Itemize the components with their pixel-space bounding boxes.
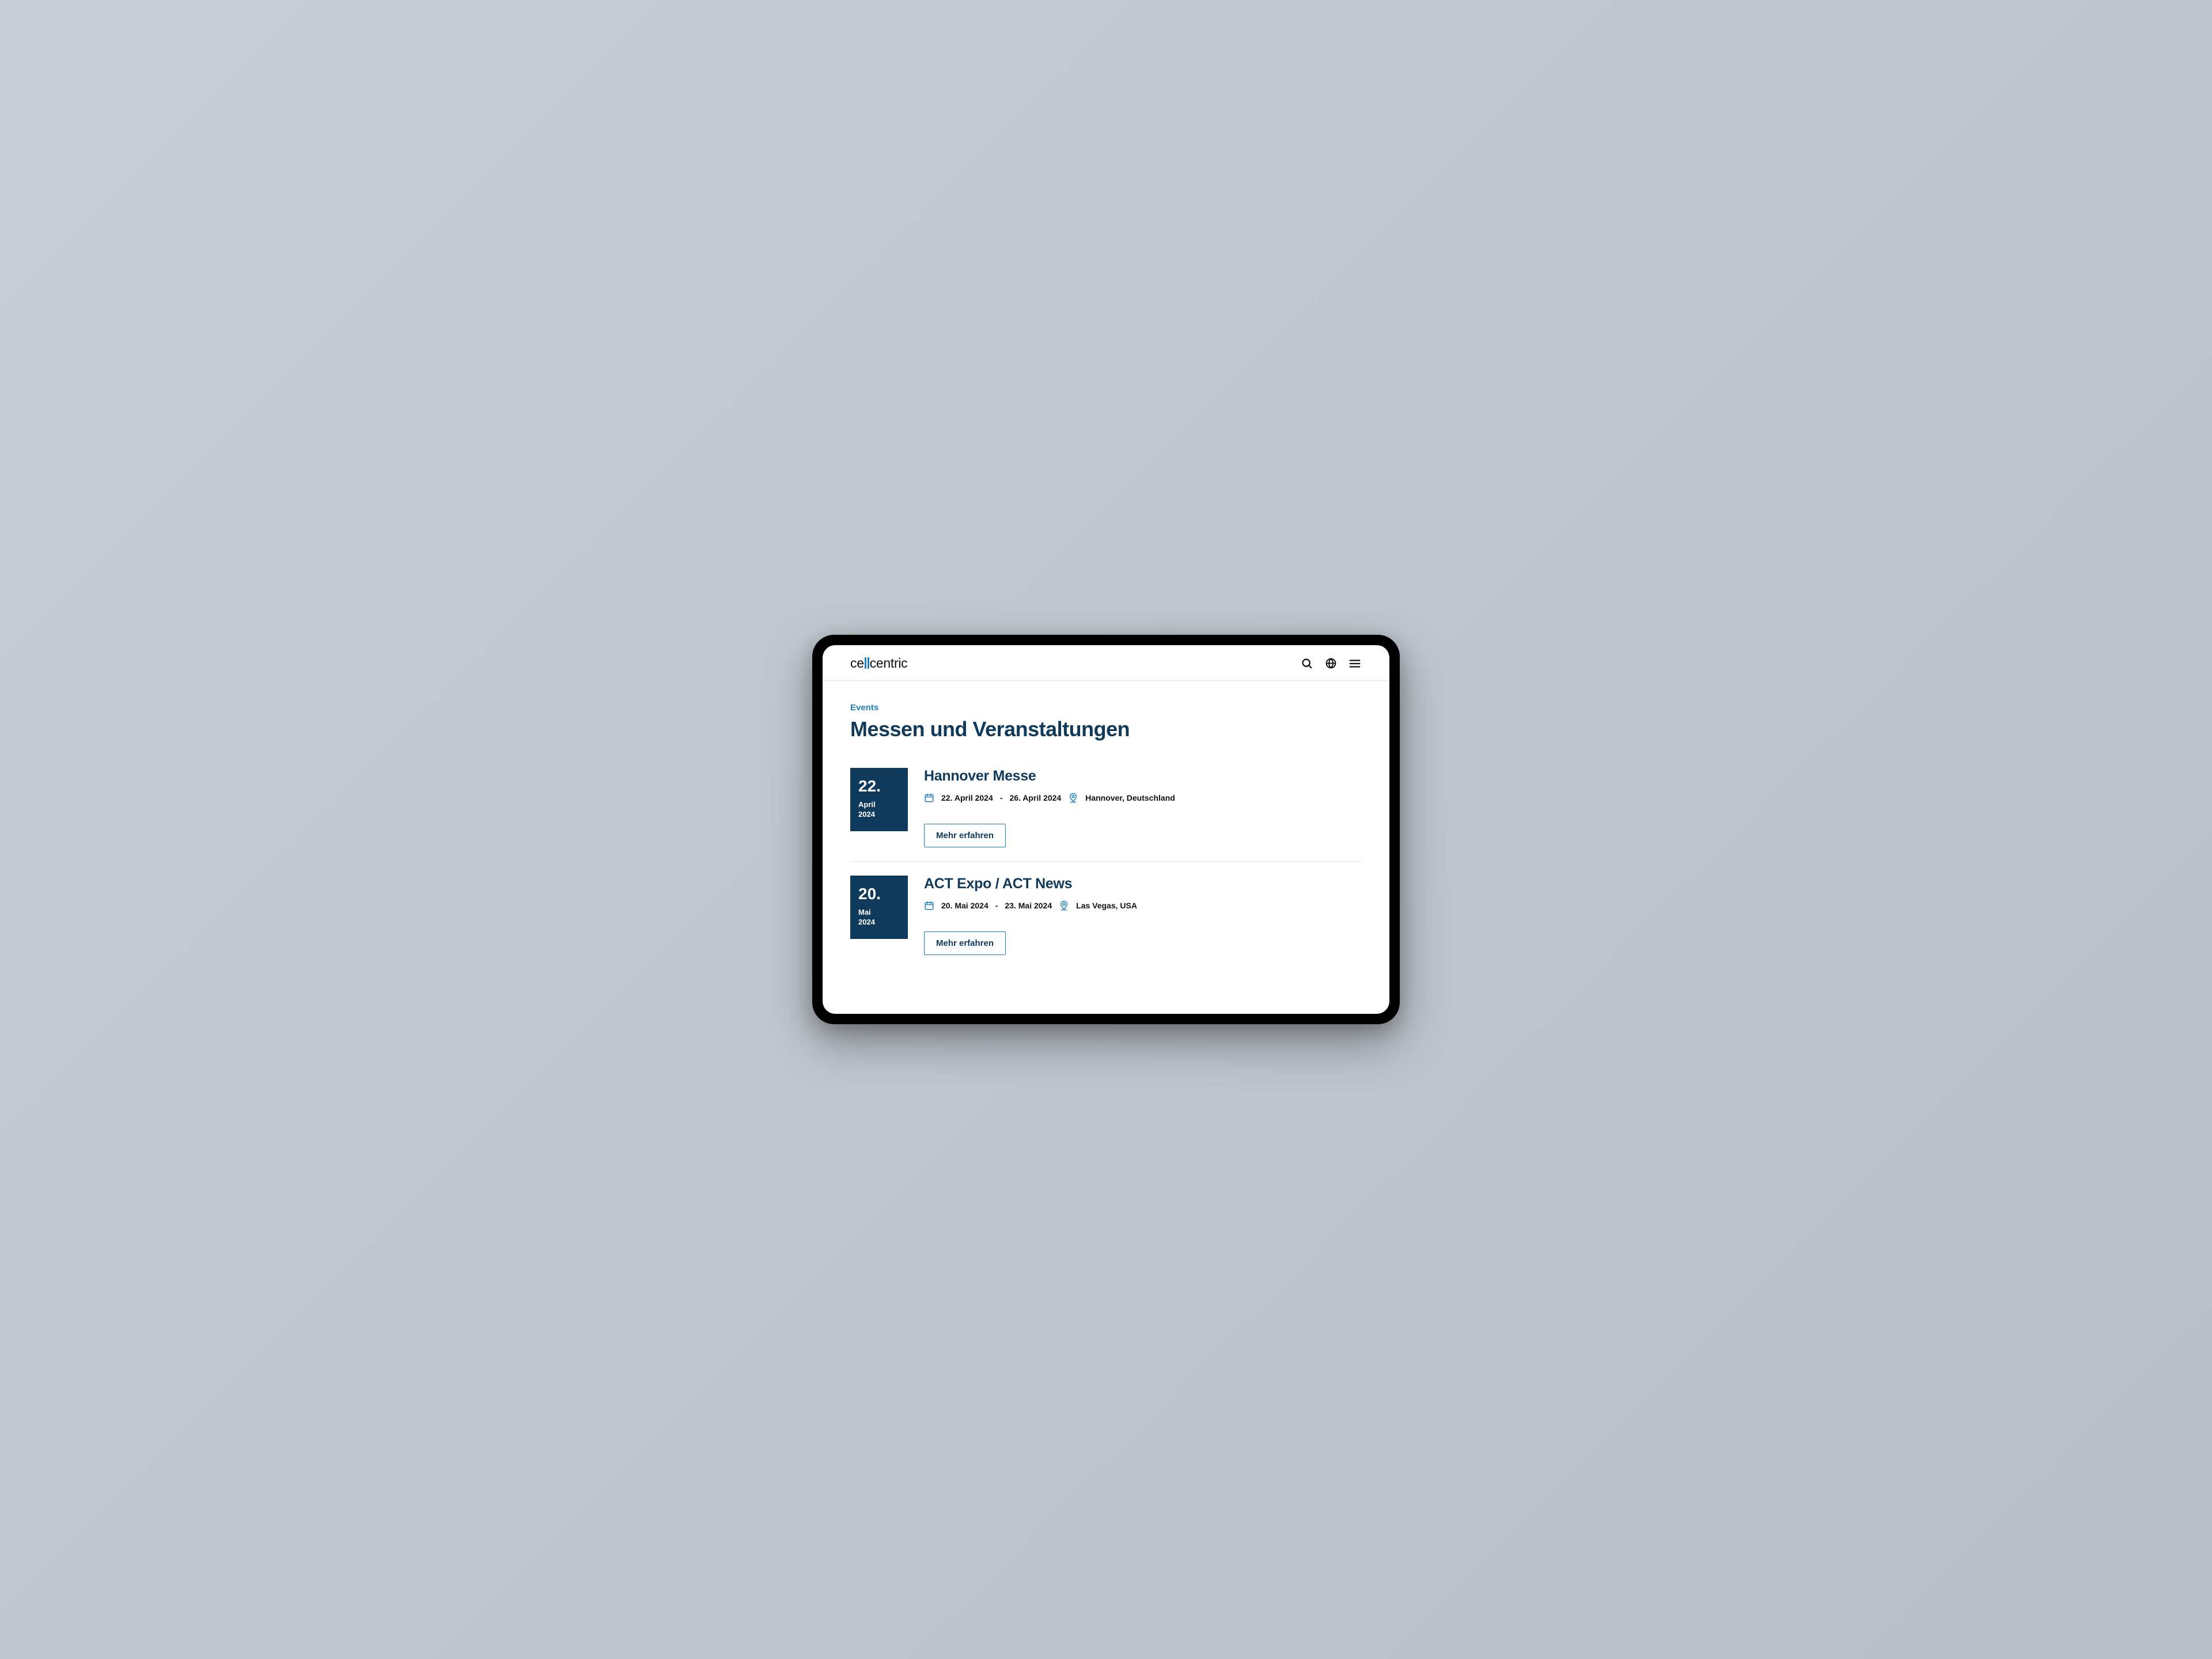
date-day: 22. bbox=[858, 777, 900, 796]
event-end-date: 23. Mai 2024 bbox=[1005, 901, 1052, 910]
logo-text-post: centric bbox=[870, 656, 908, 671]
event-start-date: 20. Mai 2024 bbox=[941, 901, 988, 910]
screen: ce centric Events Messen und Veranstaltun… bbox=[823, 645, 1389, 1014]
event-start-date: 22. April 2024 bbox=[941, 793, 993, 802]
calendar-icon bbox=[924, 793, 934, 803]
header-actions bbox=[1300, 657, 1362, 671]
content: Events Messen und Veranstaltungen 22. Ap… bbox=[823, 681, 1389, 1014]
date-year: 2024 bbox=[858, 810, 900, 819]
event-location: Las Vegas, USA bbox=[1076, 901, 1137, 910]
date-year: 2024 bbox=[858, 918, 900, 926]
event-body: Hannover Messe 22. April 2024 - 26. Apri… bbox=[924, 768, 1362, 847]
globe-icon[interactable] bbox=[1324, 657, 1338, 671]
calendar-icon bbox=[924, 900, 934, 911]
search-icon[interactable] bbox=[1300, 657, 1313, 671]
event-title[interactable]: ACT Expo / ACT News bbox=[924, 876, 1362, 892]
menu-icon[interactable] bbox=[1348, 657, 1362, 671]
location-icon bbox=[1068, 793, 1078, 803]
event-meta: 22. April 2024 - 26. April 2024 Hannover… bbox=[924, 793, 1362, 803]
event-end-date: 26. April 2024 bbox=[1009, 793, 1061, 802]
date-block: 22. April 2024 bbox=[850, 768, 908, 831]
learn-more-button[interactable]: Mehr erfahren bbox=[924, 824, 1006, 847]
location-icon bbox=[1059, 900, 1069, 911]
date-separator: - bbox=[1000, 793, 1003, 802]
date-day: 20. bbox=[858, 885, 900, 903]
page-eyebrow: Events bbox=[850, 703, 1362, 713]
header: ce centric bbox=[823, 645, 1389, 681]
brand-logo[interactable]: ce centric bbox=[850, 656, 907, 671]
date-block: 20. Mai 2024 bbox=[850, 876, 908, 939]
device-frame: ce centric Events Messen und Veranstaltun… bbox=[812, 635, 1400, 1024]
learn-more-button[interactable]: Mehr erfahren bbox=[924, 931, 1006, 955]
date-separator: - bbox=[995, 901, 998, 910]
event-row: 22. April 2024 Hannover Messe 22. April … bbox=[850, 768, 1362, 862]
event-meta: 20. Mai 2024 - 23. Mai 2024 Las Vegas, U… bbox=[924, 900, 1362, 911]
logo-bars-icon bbox=[865, 657, 869, 669]
event-body: ACT Expo / ACT News 20. Mai 2024 - 23. M… bbox=[924, 876, 1362, 955]
page-title: Messen und Veranstaltungen bbox=[850, 717, 1362, 741]
date-month: April bbox=[858, 800, 900, 810]
event-title[interactable]: Hannover Messe bbox=[924, 768, 1362, 785]
event-row: 20. Mai 2024 ACT Expo / ACT News 20. Mai… bbox=[850, 876, 1362, 969]
logo-text-pre: ce bbox=[850, 656, 864, 671]
date-month: Mai bbox=[858, 908, 900, 918]
event-location: Hannover, Deutschland bbox=[1085, 793, 1175, 802]
